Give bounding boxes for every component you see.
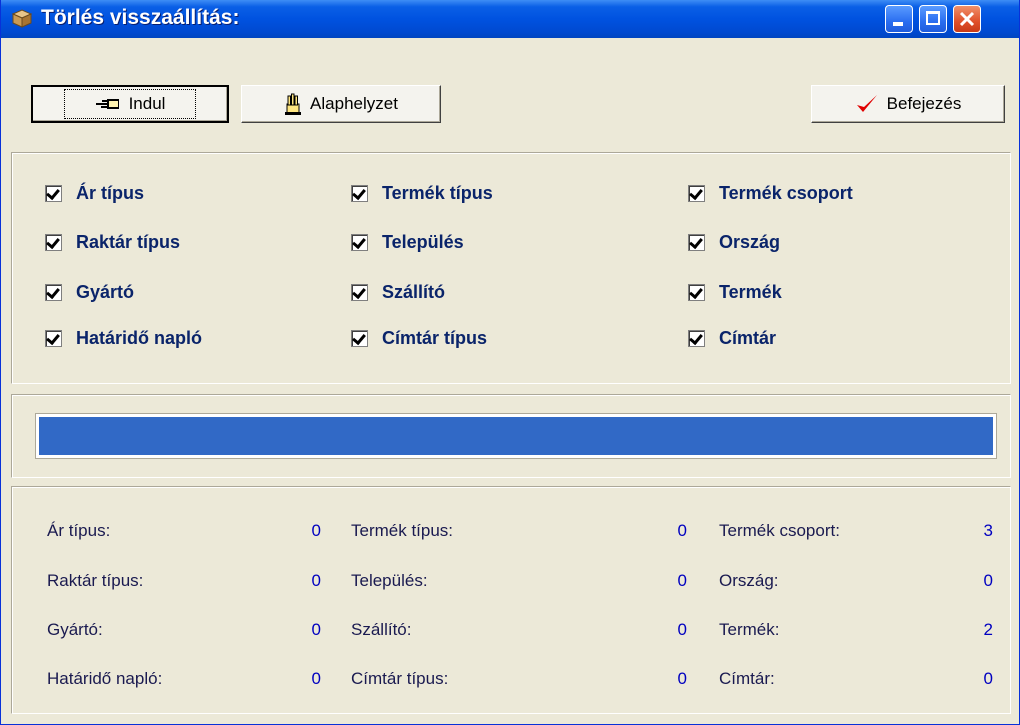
stat-label: Termék csoport: <box>719 521 840 540</box>
stat-value: 0 <box>677 669 687 688</box>
option-telepules[interactable]: Település <box>351 232 464 253</box>
reset-button[interactable]: Alaphelyzet <box>241 85 441 123</box>
stat-value: 0 <box>677 521 687 540</box>
options-panel <box>11 152 1011 384</box>
stat-value: 3 <box>983 521 993 540</box>
reset-button-label: Alaphelyzet <box>310 94 398 113</box>
checkbox[interactable] <box>351 185 368 202</box>
stat-label: Gyártó: <box>47 620 103 639</box>
pointing-hand-icon <box>95 99 119 109</box>
option-label: Gyártó <box>76 282 135 302</box>
option-termek-csoport[interactable]: Termék csoport <box>688 183 853 204</box>
title-bar[interactable]: Törlés visszaállítás: <box>1 0 1019 38</box>
option-szallito[interactable]: Szállító <box>351 282 445 303</box>
window-title: Törlés visszaállítás: <box>41 6 240 29</box>
stat-value: 0 <box>677 620 687 639</box>
option-label: Szállító <box>382 282 446 302</box>
checkbox[interactable] <box>351 330 368 347</box>
option-cimtar[interactable]: Címtár <box>688 328 776 349</box>
stat-value: 0 <box>983 571 993 590</box>
stat-label: Határidő napló: <box>47 669 163 688</box>
finish-button[interactable]: Befejezés <box>811 85 1005 123</box>
stat-value: 0 <box>983 669 993 688</box>
stat-label: Település: <box>351 571 428 590</box>
option-gyarto[interactable]: Gyártó <box>45 282 134 303</box>
stat-value: 2 <box>983 620 993 639</box>
stat-label: Ár típus: <box>47 521 111 540</box>
option-label: Ország <box>719 232 781 252</box>
option-label: Termék típus <box>382 183 493 203</box>
option-label: Címtár típus <box>382 328 488 348</box>
minimize-button[interactable] <box>885 5 913 33</box>
minimize-icon <box>893 22 903 26</box>
stat-value: 0 <box>311 620 321 639</box>
checkbox[interactable] <box>351 234 368 251</box>
checkbox[interactable] <box>688 330 705 347</box>
progress-fill <box>39 417 993 455</box>
start-button[interactable]: Indul <box>31 85 229 123</box>
option-label: Ár típus <box>76 183 145 203</box>
checkbox[interactable] <box>45 330 62 347</box>
box-icon <box>11 9 33 28</box>
stat-label: Termék: <box>719 620 780 639</box>
start-button-label: Indul <box>128 94 166 113</box>
stat-value: 0 <box>677 571 687 590</box>
stat-label: Termék típus: <box>351 521 454 540</box>
option-raktar-tipus[interactable]: Raktár típus <box>45 232 180 253</box>
option-label: Határidő napló <box>76 328 203 348</box>
maximize-icon <box>926 11 940 25</box>
option-termek-tipus[interactable]: Termék típus <box>351 183 493 204</box>
close-icon <box>959 11 975 27</box>
checkbox[interactable] <box>688 185 705 202</box>
checkmark-icon <box>856 95 877 112</box>
checkbox[interactable] <box>688 284 705 301</box>
maximize-button[interactable] <box>919 5 947 33</box>
option-hatarido-naplo[interactable]: Határidő napló <box>45 328 202 349</box>
stat-value: 0 <box>311 521 321 540</box>
option-label: Termék csoport <box>719 183 853 203</box>
option-label: Település <box>382 232 464 252</box>
stat-label: Címtár típus: <box>351 669 449 688</box>
option-ar-tipus[interactable]: Ár típus <box>45 183 144 204</box>
option-label: Termék <box>719 282 782 302</box>
checkbox[interactable] <box>688 234 705 251</box>
stat-label: Raktár típus: <box>47 571 144 590</box>
stat-label: Címtár: <box>719 669 775 688</box>
app-window: Törlés visszaállítás: Indul Alaphelyzet … <box>0 0 1020 725</box>
checkbox[interactable] <box>45 284 62 301</box>
close-button[interactable] <box>953 5 981 33</box>
progress-bar <box>35 413 997 459</box>
option-termek[interactable]: Termék <box>688 282 782 303</box>
option-label: Raktár típus <box>76 232 181 252</box>
stat-value: 0 <box>311 669 321 688</box>
option-orszag[interactable]: Ország <box>688 232 780 253</box>
checkbox[interactable] <box>45 234 62 251</box>
finish-button-label: Befejezés <box>886 94 962 113</box>
raised-hand-icon <box>285 93 302 115</box>
option-label: Címtár <box>719 328 777 348</box>
stat-label: Ország: <box>719 571 779 590</box>
stat-value: 0 <box>311 571 321 590</box>
option-cimtar-tipus[interactable]: Címtár típus <box>351 328 487 349</box>
checkbox[interactable] <box>351 284 368 301</box>
checkbox[interactable] <box>45 185 62 202</box>
stat-label: Szállító: <box>351 620 412 639</box>
